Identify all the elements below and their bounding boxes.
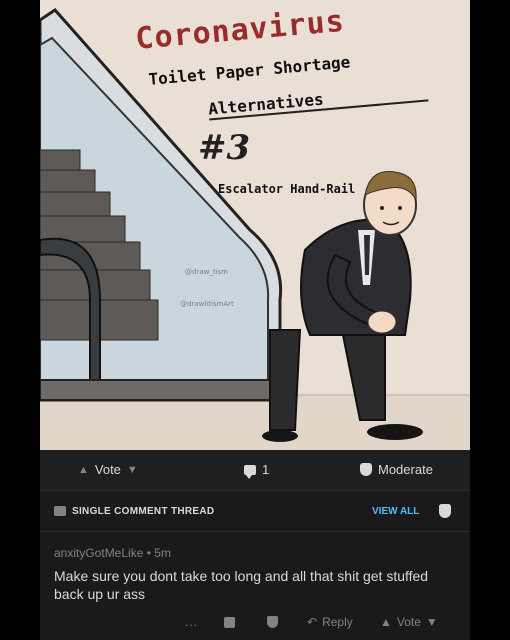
comments-button[interactable]: 1 [244, 462, 270, 479]
comment-actions: ... ↶ Reply ▲ Vote ▼ [40, 612, 470, 634]
comment-count: 1 [262, 462, 270, 477]
view-all-link[interactable]: VIEW ALL [372, 506, 419, 517]
post-vote-control: ▲ Vote ▼ [78, 462, 138, 477]
post-image[interactable]: Coronavirus Toilet Paper Shortage Altern… [40, 0, 470, 450]
comment-icon [54, 506, 66, 516]
comment-body: Make sure you dont take too long and all… [54, 568, 429, 602]
moderate-button[interactable]: Moderate [360, 462, 433, 477]
shield-icon [360, 463, 372, 476]
upvote-icon[interactable]: ▲ [78, 464, 89, 476]
shield-icon[interactable] [439, 504, 451, 518]
downvote-icon[interactable]: ▼ [426, 615, 438, 629]
meta-separator: • [146, 546, 151, 560]
downvote-icon[interactable]: ▼ [127, 464, 138, 476]
comment: anxityGotMeLike • 5m Make sure you dont … [40, 532, 470, 640]
vote-label: Vote [396, 615, 421, 629]
upvote-icon[interactable]: ▲ [380, 615, 392, 629]
reply-button[interactable]: ↶ Reply [307, 615, 353, 629]
watermark: @draw_tism [185, 268, 228, 276]
reply-icon: ↶ [307, 615, 318, 629]
comment-author[interactable]: anxityGotMeLike [54, 546, 143, 560]
vote-label: Vote [94, 462, 121, 477]
thread-label: SINGLE COMMENT THREAD [72, 506, 215, 517]
comic-caption: Escalator Hand-Rail [218, 182, 356, 196]
watermark: @drawlitismArt [180, 300, 234, 308]
comment-meta: anxityGotMeLike • 5m [54, 546, 171, 560]
comment-icon [244, 464, 256, 479]
thread-bar: SINGLE COMMENT THREAD VIEW ALL [40, 491, 470, 532]
comment-vote-control: ▲ Vote ▼ [380, 615, 438, 629]
comic-number: #3 [198, 128, 251, 168]
shield-icon[interactable] [267, 616, 278, 628]
post-frame: Coronavirus Toilet Paper Shortage Altern… [40, 0, 470, 640]
gift-icon[interactable] [224, 617, 235, 628]
comment-age: 5m [154, 546, 171, 560]
reply-label: Reply [322, 615, 353, 629]
moderate-label: Moderate [378, 462, 433, 477]
more-options-icon[interactable]: ... [185, 615, 198, 629]
post-action-bar: ▲ Vote ▼ 1 Moderate [40, 450, 470, 491]
